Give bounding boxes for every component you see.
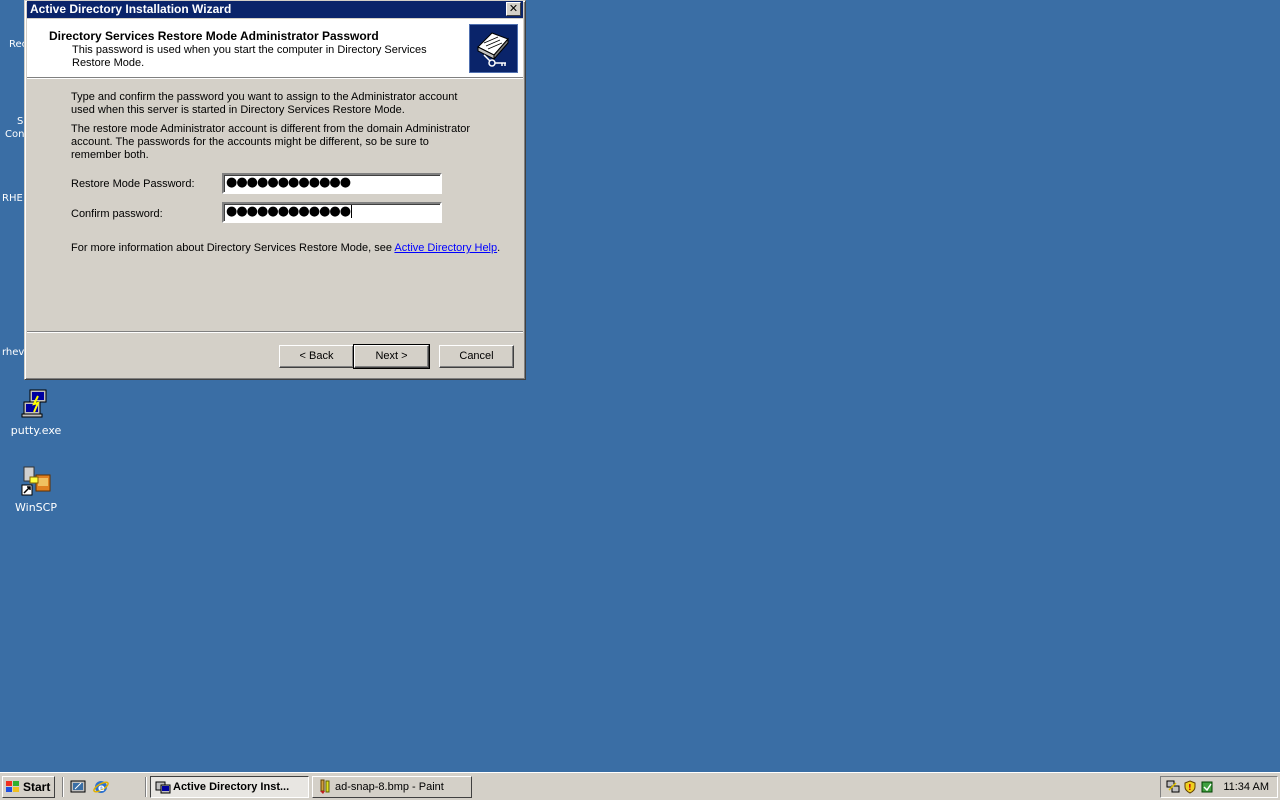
directory-book-icon: [469, 24, 518, 73]
restore-password-field[interactable]: ●●●●●●●●●●●●: [222, 173, 442, 194]
desktop-icon-label-partial[interactable]: Con: [5, 129, 24, 140]
winscp-icon: [20, 465, 52, 497]
cancel-button[interactable]: Cancel: [439, 345, 514, 368]
start-label: Start: [23, 780, 51, 794]
taskbar-separator: [145, 777, 147, 797]
note-text: The restore mode Administrator account i…: [71, 123, 471, 161]
page-title: Directory Services Restore Mode Administ…: [49, 29, 379, 43]
desktop-icon-label-partial[interactable]: S: [17, 116, 23, 127]
wizard-window: Active Directory Installation Wizard ✕ D…: [24, 0, 526, 380]
start-button[interactable]: Start: [2, 776, 55, 798]
shield-icon[interactable]: !: [1183, 780, 1197, 794]
taskbar-item-wizard[interactable]: Active Directory Inst...: [150, 776, 309, 798]
more-info-text: For more information about Directory Ser…: [71, 242, 511, 255]
desktop-icon-label: WinSCP: [15, 501, 57, 514]
taskbar: Start e Active Directory Inst... ad-snap…: [0, 772, 1280, 800]
putty-icon: [20, 388, 52, 420]
back-button[interactable]: < Back: [279, 345, 354, 368]
more-info-period: .: [497, 242, 501, 254]
taskbar-item-label: Active Directory Inst...: [173, 781, 290, 793]
paint-icon: [320, 779, 330, 794]
svg-text:e: e: [98, 783, 105, 794]
restore-password-value: ●●●●●●●●●●●●: [226, 175, 351, 190]
clock[interactable]: 11:34 AM: [1223, 777, 1269, 797]
internet-explorer-icon[interactable]: e: [93, 779, 109, 795]
confirm-password-value: ●●●●●●●●●●●●: [226, 204, 351, 219]
instruction-text: Type and confirm the password you want t…: [71, 91, 458, 116]
restore-password-label: Restore Mode Password:: [71, 178, 195, 190]
close-button[interactable]: ✕: [506, 2, 521, 16]
desktop-icon-winscp[interactable]: WinSCP: [0, 465, 72, 514]
svg-text:!: !: [1188, 783, 1192, 792]
taskbar-separator: [62, 777, 64, 797]
page-subtitle: This password is used when you start the…: [72, 44, 427, 69]
confirm-password-field[interactable]: ●●●●●●●●●●●●: [222, 202, 442, 223]
desktop: Rec S Con RHE rhev putty.exe WinSCP Acti…: [0, 0, 1280, 772]
wizard-header: Directory Services Restore Mode Administ…: [27, 19, 523, 77]
system-tray: ! 11:34 AM: [1160, 776, 1278, 798]
network-icon[interactable]: [1166, 780, 1180, 794]
close-icon: ✕: [508, 2, 519, 15]
more-info-prefix: For more information about Directory Ser…: [71, 242, 395, 254]
header-separator: [27, 77, 523, 79]
text-caret: [351, 205, 353, 218]
window-titlebar[interactable]: Active Directory Installation Wizard ✕: [27, 1, 523, 18]
window-title: Active Directory Installation Wizard: [30, 2, 232, 16]
next-button[interactable]: Next >: [353, 344, 430, 369]
confirm-password-label: Confirm password:: [71, 208, 163, 220]
wizard-icon: [155, 781, 171, 794]
footer-separator: [27, 331, 523, 333]
desktop-icon-label: putty.exe: [10, 424, 62, 437]
taskbar-item-label: ad-snap-8.bmp - Paint: [335, 781, 444, 793]
desktop-icon-putty[interactable]: putty.exe: [0, 388, 72, 437]
desktop-icon-label-partial[interactable]: rhev: [2, 347, 24, 358]
show-desktop-icon[interactable]: [70, 779, 86, 795]
active-directory-help-link[interactable]: Active Directory Help: [394, 242, 497, 254]
desktop-icon-label-partial[interactable]: RHE: [2, 193, 23, 204]
windows-logo-icon: [6, 781, 19, 792]
taskbar-item-paint[interactable]: ad-snap-8.bmp - Paint: [312, 776, 472, 798]
update-icon[interactable]: [1200, 780, 1214, 794]
